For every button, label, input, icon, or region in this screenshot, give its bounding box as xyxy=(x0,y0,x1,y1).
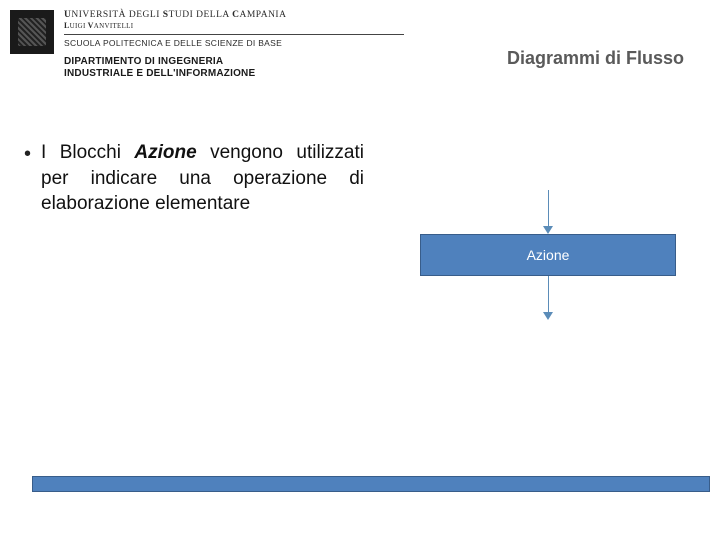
arrow-in-head-icon xyxy=(543,226,553,234)
header-divider xyxy=(64,34,404,35)
school-name: SCUOLA POLITECNICA E DELLE SCIENZE DI BA… xyxy=(64,38,404,48)
arrow-in-line xyxy=(548,190,549,226)
bullet-text: I Blocchi Azione vengono utilizzati per … xyxy=(41,140,364,217)
azione-block: Azione xyxy=(420,234,676,276)
arrow-out-line xyxy=(548,276,549,312)
university-subname: LUIGI VANVITELLI xyxy=(64,21,404,30)
arrow-out-head-icon xyxy=(543,312,553,320)
flowchart-diagram: Azione xyxy=(418,190,678,320)
azione-block-label: Azione xyxy=(527,247,570,263)
university-name: UNIVERSITÀ DEGLI STUDI DELLA CAMPANIA xyxy=(64,10,404,20)
university-logo xyxy=(10,10,54,54)
footer-bar xyxy=(32,476,710,492)
department-name: DIPARTIMENTO DI INGEGNERIA INDUSTRIALE E… xyxy=(64,56,404,80)
slide-title: Diagrammi di Flusso xyxy=(507,48,684,69)
slide-content: • I Blocchi Azione vengono utilizzati pe… xyxy=(24,140,364,217)
bullet-dot-icon: • xyxy=(24,144,31,164)
bullet-item: • I Blocchi Azione vengono utilizzati pe… xyxy=(24,140,364,217)
university-text-block: UNIVERSITÀ DEGLI STUDI DELLA CAMPANIA LU… xyxy=(64,10,404,80)
